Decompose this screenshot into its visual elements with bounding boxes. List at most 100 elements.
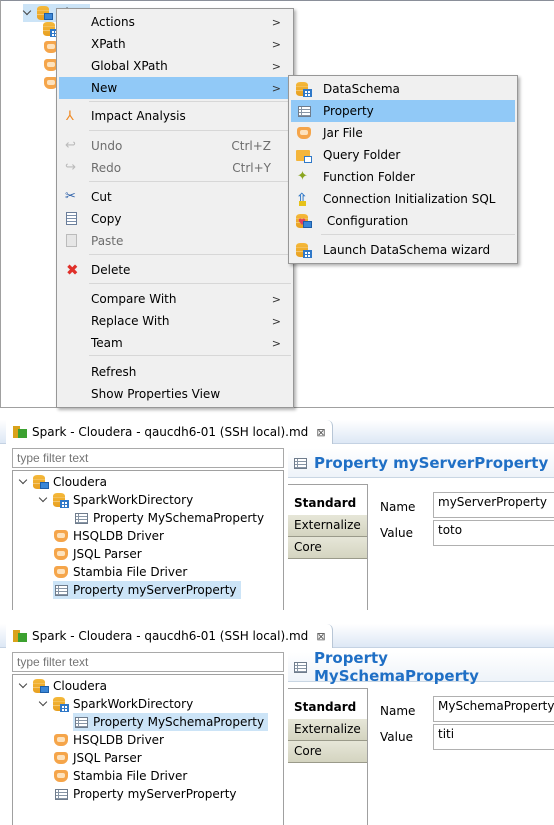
menu-item-label: Compare With <box>91 292 177 306</box>
jar-icon <box>53 750 69 766</box>
tree-node-cloudera[interactable]: Cloudera <box>19 677 111 695</box>
tree-node-hsqldb-driver[interactable]: HSQLDB Driver <box>53 527 168 545</box>
tab-core[interactable]: Core <box>288 741 367 763</box>
menu-item-replace-with[interactable]: Replace With > <box>59 310 291 332</box>
chevron-down-icon[interactable] <box>19 477 29 487</box>
menu-item-label: Undo <box>91 139 123 153</box>
menu-item-delete[interactable]: ✖ Delete <box>59 259 291 281</box>
value-field[interactable]: titi <box>433 724 554 750</box>
chevron-right-icon: > <box>271 292 281 306</box>
connection-init-sql-icon: ⇧ <box>296 191 308 207</box>
tree-node-label: Stambia File Driver <box>73 565 188 579</box>
tree-node-property-myserverproperty[interactable]: Property myServerProperty <box>53 581 241 599</box>
pane-title: Property MySchemaProperty <box>288 648 554 685</box>
menu-item-impact-analysis[interactable]: ⅄ Impact Analysis <box>59 105 291 127</box>
tab-standard[interactable]: Standard <box>288 697 367 719</box>
menu-item-show-properties-view[interactable]: Show Properties View <box>59 383 291 405</box>
menu-item-refresh[interactable]: Refresh <box>59 361 291 383</box>
property-icon <box>73 714 89 730</box>
jar-icon <box>53 546 69 562</box>
editor-tab[interactable]: Spark - Cloudera - qaucdh6-01 (SSH local… <box>6 624 333 648</box>
tree-node-jsql-parser[interactable]: JSQL Parser <box>53 749 146 767</box>
menu-item-undo[interactable]: ↩ Undo Ctrl+Z <box>59 135 291 157</box>
tree-node-sparkworkdirectory[interactable]: SparkWorkDirectory <box>39 491 197 509</box>
copy-icon-wrap <box>64 211 80 227</box>
menu-item-label: Impact Analysis <box>91 109 186 123</box>
chevron-down-icon[interactable] <box>23 8 33 18</box>
submenu-item-configuration[interactable]: ♥ Configuration <box>291 210 515 232</box>
dataschema-icon-wrap <box>296 81 312 97</box>
dataschema-wizard-icon <box>296 242 312 258</box>
menu-item-global-xpath[interactable]: Global XPath > <box>59 55 291 77</box>
pane-title-text: Property MySchemaProperty <box>314 648 479 685</box>
menu-separator <box>89 283 291 284</box>
submenu-item-query-folder[interactable]: Query Folder <box>291 144 515 166</box>
chevron-right-icon: > <box>271 59 281 73</box>
cloudera-db-icon <box>33 678 49 694</box>
close-icon[interactable]: ⊠ <box>316 426 325 439</box>
tree-node-property-myserverproperty[interactable]: Property myServerProperty <box>53 785 241 803</box>
editor-tab[interactable]: Spark - Cloudera - qaucdh6-01 (SSH local… <box>6 420 333 444</box>
menu-item-label: Replace With <box>91 314 170 328</box>
name-field[interactable]: myServerProperty <box>433 492 554 518</box>
new-submenu: DataSchema Property Jar File Query Folder ✦ F… <box>288 75 518 264</box>
menu-item-copy[interactable]: Copy <box>59 208 291 230</box>
menu-item-paste[interactable]: Paste <box>59 230 291 252</box>
property-icon <box>53 786 69 802</box>
tree-node-jsql-parser[interactable]: JSQL Parser <box>53 545 146 563</box>
submenu-item-function-folder[interactable]: ✦ Function Folder <box>291 166 515 188</box>
submenu-item-label: Property <box>323 104 374 118</box>
query-folder-icon-wrap <box>296 147 312 163</box>
filter-input[interactable] <box>12 652 284 672</box>
chevron-down-icon[interactable] <box>39 699 49 709</box>
tree-node-label: SparkWorkDirectory <box>73 697 194 711</box>
value-label: Value <box>380 526 413 540</box>
jar-icon <box>53 768 69 784</box>
menu-shortcut: Ctrl+Y <box>232 161 271 175</box>
menu-item-compare-with[interactable]: Compare With > <box>59 288 291 310</box>
editor-2: Spark - Cloudera - qaucdh6-01 (SSH local… <box>0 624 554 825</box>
tab-core[interactable]: Core <box>288 537 367 559</box>
editor-tab-title: Spark - Cloudera - qaucdh6-01 (SSH local… <box>32 629 309 643</box>
paste-icon-wrap <box>64 233 80 249</box>
tree-node-stambia-file-driver[interactable]: Stambia File Driver <box>53 563 191 581</box>
menu-item-redo[interactable]: ↪ Redo Ctrl+Y <box>59 157 291 179</box>
menu-item-xpath[interactable]: XPath > <box>59 33 291 55</box>
tree-node-property-myschemaproperty[interactable]: Property MySchemaProperty <box>73 509 268 527</box>
menu-shortcut: Ctrl+Z <box>231 139 271 153</box>
submenu-item-connection-initialization-sql[interactable]: ⇧ Connection Initialization SQL <box>291 188 515 210</box>
chevron-down-icon[interactable] <box>39 495 49 505</box>
submenu-item-property[interactable]: Property <box>291 100 515 122</box>
name-field[interactable]: MySchemaProperty <box>433 696 554 722</box>
tab-standard[interactable]: Standard <box>288 493 367 515</box>
chevron-right-icon: > <box>271 37 281 51</box>
menu-item-cut[interactable]: ✂ Cut <box>59 186 291 208</box>
tree-node-sparkworkdirectory[interactable]: SparkWorkDirectory <box>39 695 197 713</box>
connection-init-sql-icon-wrap: ⇧ <box>296 191 312 207</box>
tab-externalize[interactable]: Externalize <box>288 515 367 537</box>
tree-node-stambia-file-driver[interactable]: Stambia File Driver <box>53 767 191 785</box>
tree-node-label: Property MySchemaProperty <box>93 715 265 729</box>
tree-node-cloudera[interactable]: Cloudera <box>19 473 111 491</box>
tab-externalize[interactable]: Externalize <box>288 719 367 741</box>
submenu-item-jar-file[interactable]: Jar File <box>291 122 515 144</box>
tree-node-property-myschemaproperty[interactable]: Property MySchemaProperty <box>73 713 269 731</box>
property-icon <box>292 659 308 675</box>
menu-item-team[interactable]: Team > <box>59 332 291 354</box>
tree-node-label: Property myServerProperty <box>73 787 237 801</box>
menu-item-actions[interactable]: Actions > <box>59 11 291 33</box>
value-label: Value <box>380 730 413 744</box>
tree-node-label: JSQL Parser <box>73 751 142 765</box>
chevron-down-icon[interactable] <box>19 681 29 691</box>
tree-node-hsqldb-driver[interactable]: HSQLDB Driver <box>53 731 168 749</box>
filter-input[interactable] <box>12 448 284 468</box>
dataschema-icon <box>53 492 69 508</box>
close-icon[interactable]: ⊠ <box>316 630 325 643</box>
value-field[interactable]: toto <box>433 520 554 546</box>
submenu-item-launch-dataschema-wizard[interactable]: Launch DataSchema wizard <box>291 239 515 261</box>
spark-model-icon <box>12 628 28 644</box>
menu-item-new[interactable]: New > <box>59 77 291 99</box>
menu-item-label: Copy <box>91 212 122 226</box>
submenu-item-dataschema[interactable]: DataSchema <box>291 78 515 100</box>
editor-tab-bar: Spark - Cloudera - qaucdh6-01 (SSH local… <box>0 420 554 444</box>
